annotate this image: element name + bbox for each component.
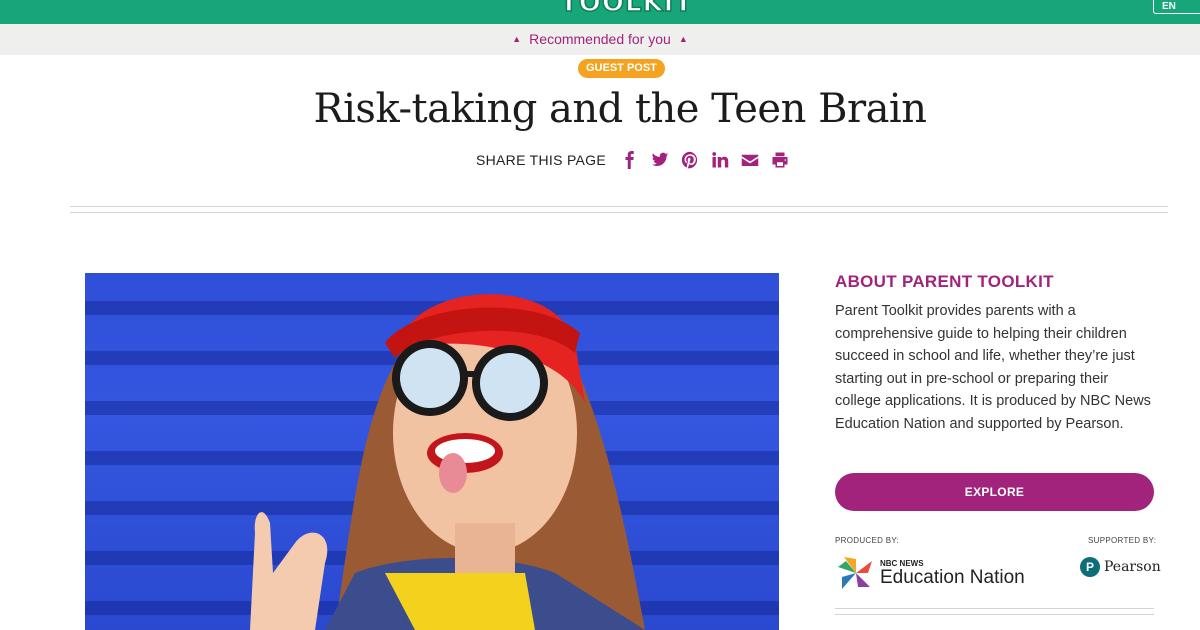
guest-post-badge: GUEST POST [578, 59, 665, 78]
about-sidebar: ABOUT PARENT TOOLKIT Parent Toolkit prov… [835, 272, 1155, 436]
divider [835, 614, 1154, 615]
toolkit-logo[interactable]: TOOLKIT [559, 0, 693, 19]
facebook-icon[interactable] [620, 150, 640, 170]
email-icon[interactable] [740, 150, 760, 170]
pinwheel-icon [838, 557, 872, 589]
article-hero-image [85, 273, 779, 630]
about-description: Parent Toolkit provides parents with a c… [835, 303, 1151, 432]
divider [835, 608, 1154, 609]
share-bar: SHARE THIS PAGE [476, 150, 790, 170]
produced-by-label: PRODUCED BY: [835, 536, 900, 545]
teen-girl-illustration [250, 294, 645, 630]
recommended-label: Recommended for you [529, 31, 671, 47]
divider [70, 206, 1168, 207]
print-icon[interactable] [770, 150, 790, 170]
pearson-label: Pearson [1104, 559, 1161, 575]
pearson-mark-icon: P [1080, 557, 1100, 577]
caret-up-icon: ▲ [678, 34, 688, 44]
language-button[interactable]: EN [1153, 0, 1200, 14]
recommended-toggle[interactable]: ▲ Recommended for you ▲ [512, 31, 687, 47]
pinterest-icon[interactable] [680, 150, 700, 170]
divider [70, 212, 1168, 213]
nbc-education-nation-logo[interactable]: NBC NEWS Education Nation [836, 553, 1025, 593]
education-nation-label: Education Nation [880, 566, 1025, 588]
caret-up-icon: ▲ [512, 34, 522, 44]
explore-button[interactable]: EXPLORE [835, 473, 1154, 511]
supported-by-label: SUPPORTED BY: [1088, 536, 1157, 545]
share-label: SHARE THIS PAGE [476, 152, 607, 168]
article-title: Risk-taking and the Teen Brain [313, 86, 928, 132]
pearson-logo[interactable]: P Pearson [1080, 557, 1161, 577]
top-nav-bar: TOOLKIT EN [0, 0, 1200, 24]
linkedin-icon[interactable] [710, 150, 730, 170]
recommended-bar: ▲ Recommended for you ▲ [0, 24, 1200, 55]
twitter-icon[interactable] [650, 150, 670, 170]
about-heading: ABOUT PARENT TOOLKIT [835, 272, 1054, 291]
